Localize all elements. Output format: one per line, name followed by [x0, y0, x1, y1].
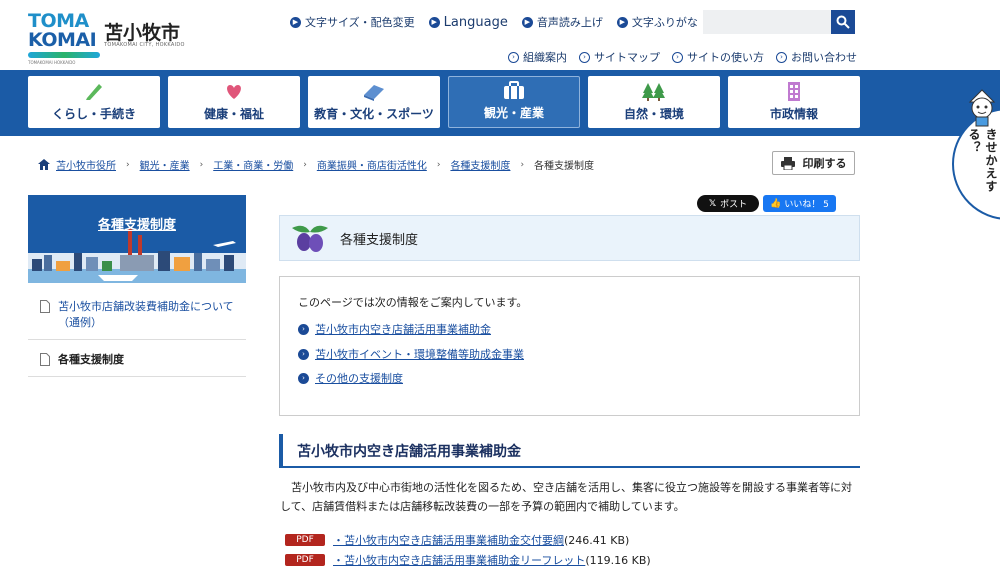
pdf-badge: PDF — [285, 554, 325, 566]
furigana-link[interactable]: ▶ 文字ふりがな — [616, 14, 698, 30]
pdf-link-leaflet[interactable]: PDF ・苫小牧市内空き店舗活用事業補助金リーフレット (119.16 KB) — [285, 552, 651, 568]
document-icon — [40, 300, 50, 313]
page-title-box: 各種支援制度 — [279, 215, 860, 261]
pdf-link-title[interactable]: ・苫小牧市内空き店舗活用事業補助金交付要綱 — [333, 532, 564, 548]
print-button[interactable]: 印刷する — [772, 151, 855, 175]
sitemap-link[interactable]: › サイトマップ — [579, 49, 660, 65]
arrow-circle-icon: ▶ — [616, 16, 628, 28]
toc-link-event-grant[interactable]: › 苫小牧市イベント・環境整備等助成金事業 — [298, 346, 524, 362]
breadcrumb-tourism[interactable]: 観光・産業 — [140, 157, 190, 172]
document-icon — [40, 353, 50, 366]
arrow-circle-icon: › — [776, 51, 787, 63]
toc-intro: このページでは次の情報をご案内しています。 — [298, 296, 528, 309]
arrow-circle-icon: ▶ — [290, 16, 301, 28]
arrow-circle-icon: › — [298, 323, 309, 335]
logo-tagline: TOMAKOMAI HOKKAIDO — [28, 60, 76, 65]
nav-health[interactable]: 健康・福祉 — [168, 76, 300, 128]
contact-link[interactable]: › お問い合わせ — [776, 49, 857, 65]
sidebar-item-label: 各種支援制度 — [58, 353, 124, 366]
search-input[interactable] — [703, 10, 831, 34]
city-name[interactable]: 苫小牧市 — [104, 18, 180, 45]
section-heading: 苫小牧市内空き店舗活用事業補助金 — [279, 434, 860, 468]
nav-tourism-industry[interactable]: 観光・産業 — [448, 76, 580, 128]
breadcrumb-current: 各種支援制度 — [534, 161, 595, 172]
pdf-file-size: (246.41 KB) — [564, 533, 630, 547]
city-subtitle: TOMAKOMAI CITY, HOKKAIDO — [104, 42, 185, 48]
theme-switch-label: きせかえする？ — [967, 128, 998, 193]
breadcrumb-home[interactable]: 苫小牧市役所 — [56, 157, 116, 172]
chevron-right-icon: › — [436, 159, 441, 170]
arrow-circle-icon: ▶ — [521, 16, 533, 28]
font-size-color-link[interactable]: ▶ 文字サイズ・配色変更 — [290, 14, 415, 30]
haskap-berry-icon — [292, 225, 328, 252]
thumbs-up-icon: 👍 — [770, 198, 782, 209]
breadcrumb-support[interactable]: 各種支援制度 — [450, 157, 510, 172]
site-logo[interactable]: TOMA KOMAI TOMAKOMAI HOKKAIDO — [28, 12, 100, 65]
sidebar-item-label[interactable]: 苫小牧市店舗改装費補助金について（通例） — [58, 299, 236, 331]
theme-switch-button[interactable]: きせかえする？ — [952, 88, 1000, 220]
arrow-circle-icon: ▶ — [428, 16, 440, 28]
sidebar-item-renovation[interactable]: 苫小牧市店舗改装費補助金について（通例） — [28, 287, 246, 340]
book-icon — [364, 85, 384, 101]
site-usage-link[interactable]: › サイトの使い方 — [672, 49, 764, 65]
nav-living[interactable]: くらし・手続き — [28, 76, 160, 128]
sidebar-list: 苫小牧市店舗改装費補助金について（通例） 各種支援制度 — [28, 287, 246, 377]
chevron-right-icon: › — [199, 159, 204, 170]
toc-link-vacant-store[interactable]: › 苫小牧市内空き店舗活用事業補助金 — [298, 321, 491, 337]
arrow-circle-icon: › — [672, 51, 683, 63]
mascot-icon — [968, 89, 996, 127]
sidebar-title[interactable]: 各種支援制度 — [28, 214, 246, 233]
arrow-circle-icon: › — [508, 51, 519, 63]
organization-link[interactable]: › 組織案内 — [508, 49, 567, 65]
home-icon — [38, 159, 50, 170]
pdf-badge: PDF — [285, 534, 325, 546]
site-search — [703, 10, 855, 34]
pencil-icon — [86, 84, 102, 100]
chevron-right-icon: › — [520, 159, 525, 170]
chevron-right-icon: › — [126, 159, 130, 170]
toc-link-other-support[interactable]: › その他の支援制度 — [298, 370, 403, 386]
building-icon — [788, 82, 800, 101]
tree-icon — [642, 83, 665, 101]
nav-education[interactable]: 教育・文化・スポーツ — [308, 76, 440, 128]
nav-city-info[interactable]: 市政情報 — [728, 76, 860, 128]
pdf-link-title[interactable]: ・苫小牧市内空き店舗活用事業補助金リーフレット — [333, 552, 585, 568]
arrow-circle-icon: › — [579, 51, 590, 63]
briefcase-icon — [504, 81, 524, 99]
printer-icon — [780, 156, 795, 170]
arrow-circle-icon: › — [298, 372, 309, 384]
language-link[interactable]: ▶ Language — [428, 14, 508, 30]
logo-wave — [28, 52, 100, 58]
cityscape-illustration — [28, 229, 246, 283]
search-button[interactable] — [831, 10, 855, 34]
top-utility-links: ▶ 文字サイズ・配色変更 ▶ Language ▶ 音声読み上げ ▶ 文字ふりが… — [290, 14, 698, 30]
pdf-link-guidelines[interactable]: PDF ・苫小牧市内空き店舗活用事業補助金交付要綱 (246.41 KB) — [285, 532, 629, 548]
secondary-links: › 組織案内 › サイトマップ › サイトの使い方 › お問い合わせ — [508, 49, 857, 65]
x-logo-icon: 𝕏 — [708, 198, 717, 209]
voice-reading-link[interactable]: ▶ 音声読み上げ — [521, 14, 603, 30]
logo-line2: KOMAI — [28, 29, 97, 51]
x-post-button[interactable]: 𝕏 ポスト — [697, 195, 759, 212]
section-heading-text: 苫小牧市内空き店舗活用事業補助金 — [297, 444, 521, 460]
sidebar-item-support[interactable]: 各種支援制度 — [28, 340, 246, 377]
breadcrumb: 苫小牧市役所 › 観光・産業 › 工業・商業・労働 › 商業振興・商店街活性化 … — [38, 157, 594, 172]
breadcrumb-industry[interactable]: 工業・商業・労働 — [213, 157, 293, 172]
facebook-like-button[interactable]: 👍 いいね！ 5 — [763, 195, 836, 212]
breadcrumb-commerce[interactable]: 商業振興・商店街活性化 — [317, 157, 427, 172]
table-of-contents: このページでは次の情報をご案内しています。 › 苫小牧市内空き店舗活用事業補助金… — [279, 276, 860, 416]
arrow-circle-icon: › — [298, 348, 309, 360]
search-icon — [836, 15, 850, 29]
section-body: 苫小牧市内及び中心市街地の活性化を図るため、空き店舗を活用し、集客に役立つ施設等… — [280, 481, 852, 513]
sidebar-header: 各種支援制度 — [28, 195, 246, 283]
chevron-right-icon: › — [303, 159, 307, 170]
page-title: 各種支援制度 — [340, 232, 419, 248]
nav-nature[interactable]: 自然・環境 — [588, 76, 720, 128]
heart-icon — [227, 85, 241, 99]
global-nav: くらし・手続き 健康・福祉 教育・文化・スポーツ 観光・産業 自然・環境 市政情… — [0, 70, 1000, 136]
pdf-file-size: (119.16 KB) — [585, 553, 651, 567]
